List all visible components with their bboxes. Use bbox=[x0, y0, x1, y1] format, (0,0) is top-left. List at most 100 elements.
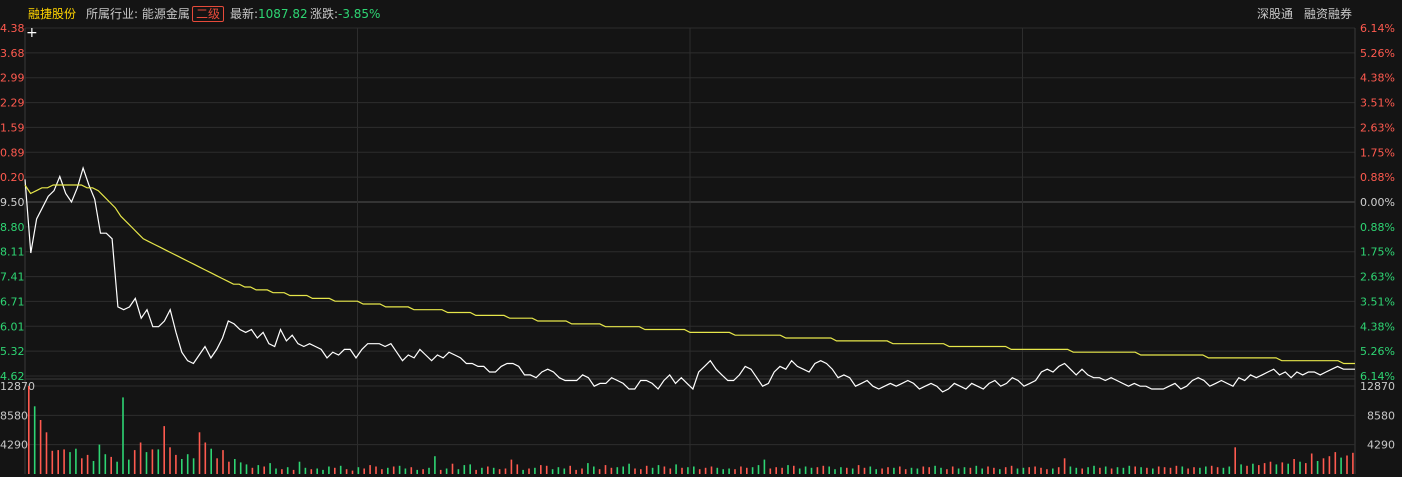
volume-bar bbox=[157, 449, 160, 474]
volume-bar bbox=[410, 467, 413, 474]
volume-bar bbox=[993, 467, 995, 474]
volume-bar bbox=[210, 448, 212, 474]
volume-bar bbox=[75, 448, 77, 474]
volume-bar bbox=[504, 468, 507, 474]
volume-bar bbox=[828, 466, 830, 474]
volume-bar bbox=[999, 469, 1001, 474]
volume-bar bbox=[1293, 459, 1295, 474]
volume-bar bbox=[840, 467, 842, 474]
volume-bar bbox=[645, 465, 648, 474]
volume-bar bbox=[899, 466, 901, 474]
volume-bar bbox=[1140, 467, 1142, 474]
volume-bar bbox=[281, 469, 283, 474]
volume-bar bbox=[1258, 465, 1260, 474]
volume-bar bbox=[428, 467, 430, 474]
volume-bar bbox=[1116, 467, 1119, 474]
volume-bar bbox=[704, 467, 707, 474]
volume-bar bbox=[1287, 463, 1289, 474]
right-tick-label: 0.88% bbox=[1360, 171, 1395, 184]
right-tick-label: 0.88% bbox=[1360, 221, 1395, 234]
volume-bar bbox=[534, 467, 536, 474]
volume-bar bbox=[1134, 466, 1136, 474]
volume-bar bbox=[1299, 461, 1301, 474]
volume-bar bbox=[851, 468, 854, 474]
volume-bar bbox=[616, 467, 619, 474]
volume-bar bbox=[657, 465, 660, 474]
volume-bar bbox=[1022, 467, 1025, 474]
volume-bar bbox=[69, 452, 71, 474]
left-tick-label: 5.32 bbox=[0, 345, 25, 358]
volume-bar bbox=[228, 461, 230, 474]
volume-bar bbox=[57, 450, 59, 474]
right-tick-label: 1.75% bbox=[1360, 146, 1395, 159]
volume-bar bbox=[563, 468, 566, 474]
volume-bar bbox=[198, 432, 201, 474]
volume-bar bbox=[257, 465, 260, 474]
volume-bar bbox=[716, 467, 719, 474]
volume-bar bbox=[392, 466, 395, 474]
left-tick-label: 3.68 bbox=[0, 47, 25, 60]
left-tick-label: 2.99 bbox=[0, 72, 25, 85]
volume-tick-label: 12870 bbox=[1360, 380, 1395, 393]
volume-bar bbox=[439, 469, 442, 474]
volume-bar bbox=[951, 466, 954, 474]
volume-bar bbox=[545, 465, 548, 474]
volume-bar bbox=[1040, 467, 1042, 474]
right-tick-label: 1.75% bbox=[1360, 246, 1395, 259]
volume-bar bbox=[86, 454, 89, 474]
volume-bar bbox=[1004, 467, 1007, 474]
volume-bar bbox=[1305, 463, 1307, 474]
volume-bar bbox=[1205, 466, 1207, 474]
volume-bar bbox=[234, 459, 236, 474]
volume-bar bbox=[363, 468, 365, 474]
volume-bar bbox=[687, 467, 689, 474]
volume-bar bbox=[39, 420, 42, 474]
volume-bar bbox=[722, 469, 724, 474]
volume-bars bbox=[28, 386, 1354, 474]
volume-bar bbox=[104, 454, 107, 474]
right-tick-label: 3.51% bbox=[1360, 295, 1395, 308]
volume-bar bbox=[834, 469, 836, 474]
volume-bar bbox=[328, 466, 330, 474]
volume-bar bbox=[1063, 458, 1066, 474]
volume-bar bbox=[434, 456, 436, 474]
left-tick-label: 6.71 bbox=[0, 295, 25, 308]
volume-bar bbox=[316, 468, 318, 474]
volume-bar bbox=[610, 467, 613, 474]
volume-bar bbox=[1034, 466, 1036, 474]
crosshair-icon[interactable]: + bbox=[26, 26, 38, 40]
volume-bar bbox=[904, 469, 907, 474]
volume-bar bbox=[775, 467, 777, 474]
volume-bar bbox=[381, 469, 383, 474]
volume-bar bbox=[698, 469, 701, 474]
volume-bar bbox=[445, 468, 448, 474]
volume-bar bbox=[1275, 464, 1278, 474]
volume-bar bbox=[763, 459, 766, 474]
volume-bar bbox=[928, 467, 930, 474]
volume-bar bbox=[1322, 458, 1325, 474]
volume-bar bbox=[133, 450, 136, 474]
intraday-chart[interactable]: 4.38 3.68 2.99 2.29 1.59 0.89 0.20 9.50 8.80 8.11… bbox=[0, 0, 1402, 477]
volume-bar bbox=[222, 450, 224, 474]
right-tick-label: 0.00% bbox=[1360, 196, 1395, 209]
volume-bar bbox=[875, 469, 877, 474]
volume-bar bbox=[33, 406, 36, 474]
volume-bar bbox=[910, 467, 913, 474]
volume-bar bbox=[1334, 452, 1337, 474]
right-tick-label: 2.63% bbox=[1360, 271, 1395, 284]
volume-bar bbox=[239, 462, 242, 474]
volume-bar bbox=[357, 467, 360, 474]
volume-bar bbox=[310, 469, 313, 474]
left-tick-label: 8.80 bbox=[0, 221, 25, 234]
volume-bar bbox=[893, 467, 895, 474]
volume-bar bbox=[1110, 468, 1113, 474]
volume-bar bbox=[492, 467, 495, 474]
volume-bar bbox=[1281, 462, 1284, 474]
volume-bar bbox=[334, 467, 336, 474]
volume-bar bbox=[1346, 455, 1348, 474]
volume-bar bbox=[92, 461, 95, 474]
volume-bar bbox=[804, 466, 807, 474]
volume-bar bbox=[681, 467, 683, 474]
right-tick-label: 4.38% bbox=[1360, 72, 1395, 85]
volume-bar bbox=[1246, 465, 1248, 474]
